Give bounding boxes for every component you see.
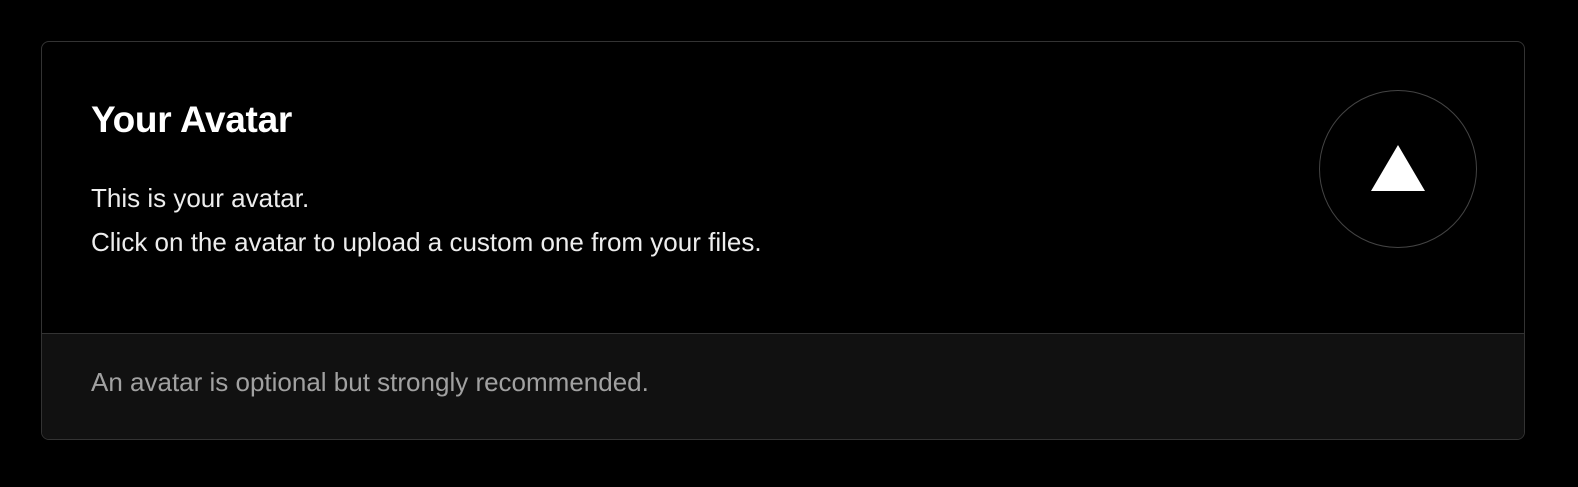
avatar-card-body: Your Avatar This is your avatar. Click o… <box>42 42 1524 334</box>
card-title: Your Avatar <box>91 99 292 140</box>
card-description: This is your avatar. Click on the avatar… <box>91 176 762 264</box>
description-line-1: This is your avatar. <box>91 183 310 213</box>
avatar-card: Your Avatar This is your avatar. Click o… <box>41 41 1525 440</box>
avatar-card-footer: An avatar is optional but strongly recom… <box>42 334 1524 439</box>
avatar-upload-button[interactable] <box>1319 90 1477 248</box>
footer-hint-text: An avatar is optional but strongly recom… <box>91 367 649 397</box>
description-line-2: Click on the avatar to upload a custom o… <box>91 227 762 257</box>
triangle-logo-icon <box>1371 145 1425 191</box>
